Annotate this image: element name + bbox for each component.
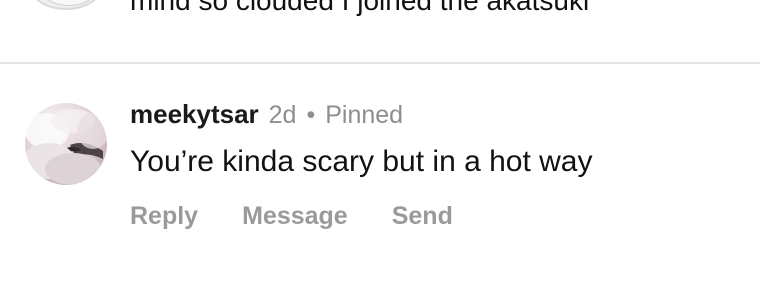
previous-avatar-image xyxy=(42,0,96,6)
username[interactable]: meekytsar xyxy=(130,99,259,130)
meta-separator: • xyxy=(306,101,316,129)
previous-comment: mind so clouded I joined the akatsuki xyxy=(0,0,760,62)
profile-photo-icon xyxy=(25,103,107,185)
comment-time: 2d xyxy=(268,101,297,129)
comment-item: meekytsar 2d • Pinned You’re kinda scary… xyxy=(0,64,760,282)
avatar[interactable] xyxy=(25,103,107,185)
message-button[interactable]: Message xyxy=(242,202,348,231)
previous-avatar[interactable] xyxy=(30,0,102,10)
comment-text: You’re kinda scary but in a hot way xyxy=(130,145,593,178)
reply-button[interactable]: Reply xyxy=(130,202,198,231)
comment-meta: meekytsar 2d • Pinned xyxy=(130,99,403,130)
send-button[interactable]: Send xyxy=(392,202,453,231)
pinned-label: Pinned xyxy=(325,101,404,129)
comment-actions: Reply Message Send xyxy=(130,202,453,231)
previous-comment-text: mind so clouded I joined the akatsuki xyxy=(130,0,590,16)
